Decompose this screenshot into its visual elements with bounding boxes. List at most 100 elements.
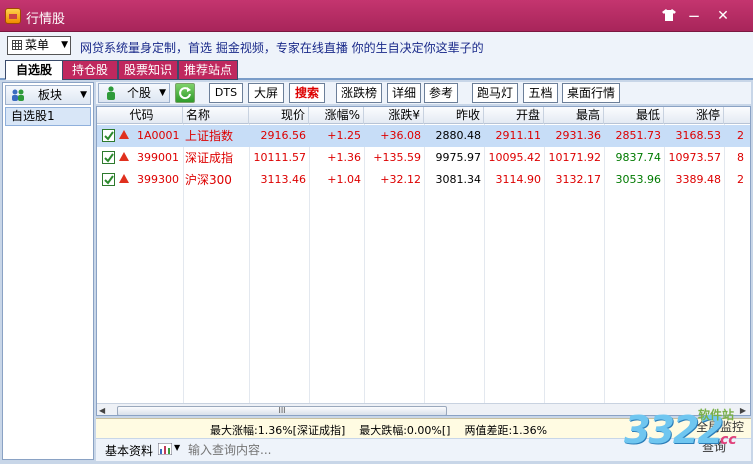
cell-prev-close: 2880.48	[435, 129, 482, 142]
ticker-button[interactable]: 跑马灯	[472, 83, 518, 103]
refresh-icon	[179, 87, 191, 100]
stock-type-dropdown[interactable]: 个股 ▼	[98, 83, 170, 103]
desktop-quotes-button[interactable]: 桌面行情	[562, 83, 620, 103]
menu-row: 菜单 ▼ 网贷系统量身定制，首选 掘金视频，专家在线直播 你的生自决定你这辈子的	[0, 32, 753, 58]
header-high[interactable]: 最高	[544, 107, 604, 124]
table-row[interactable]: 399001 深证成指 10111.57 +1.36 +135.59 9975.…	[97, 147, 750, 169]
big-screen-button[interactable]: 大屏	[248, 83, 284, 103]
cell-low: 2851.73	[615, 129, 662, 142]
main-tabs: 自选股 持仓股 股票知识 推荐站点	[0, 58, 753, 80]
rank-button[interactable]: 涨跌榜	[336, 83, 382, 103]
up-arrow-icon	[119, 130, 129, 139]
cell-code: 399300	[137, 173, 179, 186]
person-icon	[107, 86, 115, 100]
cell-change-pct: +1.04	[327, 173, 361, 186]
row-checkbox[interactable]	[102, 173, 115, 186]
minimize-button[interactable]: −	[683, 6, 705, 26]
query-input[interactable]	[188, 441, 568, 459]
cell-change: +135.59	[373, 151, 421, 164]
dts-button[interactable]: DTS	[209, 83, 243, 103]
cell-limit-up: 10973.57	[668, 151, 722, 164]
stock-type-label: 个股	[127, 86, 152, 100]
marquee-text[interactable]: 网贷系统量身定制，首选 掘金视频，专家在线直播 你的生自决定你这辈子的	[80, 39, 484, 56]
cell-price: 2916.56	[260, 129, 307, 142]
cell-high: 10171.92	[548, 151, 602, 164]
cell-high: 2931.36	[555, 129, 602, 142]
cell-extra: 2	[737, 173, 744, 186]
up-arrow-icon	[119, 174, 129, 183]
table-row[interactable]: 1A0001 上证指数 2916.56 +1.25 +36.08 2880.48…	[97, 125, 750, 147]
header-prev-close[interactable]: 昨收	[424, 107, 484, 124]
sidebar: 板块 ▼ 自选股1	[2, 82, 94, 460]
cell-change: +36.08	[380, 129, 421, 142]
cell-open: 2911.11	[495, 129, 542, 142]
cell-name: 深证成指	[185, 151, 234, 165]
header-change[interactable]: 涨跌¥	[364, 107, 424, 124]
status-text: 最大涨幅:1.36%[深证成指] 最大跌幅:0.00%[] 两值差距:1.36%	[210, 424, 548, 437]
menu-label: 菜单	[25, 38, 50, 52]
chevron-down-icon: ▼	[61, 40, 68, 50]
scrollbar-thumb[interactable]: III	[117, 406, 447, 415]
cell-change: +32.12	[380, 173, 421, 186]
cell-open: 10095.42	[488, 151, 542, 164]
horizontal-scrollbar[interactable]: ◀ III ▶	[97, 403, 750, 415]
cell-name: 上证指数	[185, 129, 234, 143]
row-checkbox[interactable]	[102, 129, 115, 142]
cell-prev-close: 3081.34	[435, 173, 482, 186]
search-button[interactable]: 搜索	[289, 83, 325, 103]
cell-extra: 8	[737, 151, 744, 164]
grid-icon	[12, 40, 22, 50]
reference-button[interactable]: 参考	[424, 83, 458, 103]
table-row[interactable]: 399300 沪深300 3113.46 +1.04 +32.12 3081.3…	[97, 169, 750, 191]
toolbar: 个股 ▼ DTS 大屏 搜索 涨跌榜 详细 参考 跑马灯 五档 桌面行情	[96, 82, 751, 104]
app-icon	[5, 8, 21, 24]
cell-limit-up: 3168.53	[675, 129, 722, 142]
row-checkbox[interactable]	[102, 151, 115, 164]
cell-low: 9837.74	[615, 151, 662, 164]
header-code[interactable]: 代码	[97, 107, 183, 124]
scroll-right-icon[interactable]: ▶	[740, 406, 746, 415]
header-low[interactable]: 最低	[604, 107, 664, 124]
tab-recommended-sites[interactable]: 推荐站点	[178, 60, 238, 80]
board-label: 板块	[38, 88, 63, 102]
sidebar-item-watchlist-1[interactable]: 自选股1	[5, 107, 91, 126]
scroll-left-icon[interactable]: ◀	[99, 406, 105, 415]
people-icon	[12, 89, 24, 101]
chart-icon[interactable]	[158, 443, 172, 455]
skin-icon[interactable]	[658, 6, 680, 26]
cell-code: 1A0001	[137, 129, 180, 142]
cell-low: 3053.96	[615, 173, 662, 186]
header-open[interactable]: 开盘	[484, 107, 544, 124]
up-arrow-icon	[119, 152, 129, 161]
header-change-pct[interactable]: 涨幅%	[309, 107, 364, 124]
menu-dropdown[interactable]: 菜单 ▼	[7, 36, 71, 55]
five-levels-button[interactable]: 五档	[523, 83, 558, 103]
header-limit-up[interactable]: 涨停	[664, 107, 724, 124]
cell-price: 10111.57	[253, 151, 307, 164]
status-bar: 最大涨幅:1.36%[深证成指] 最大跌幅:0.00%[] 两值差距:1.36%	[96, 418, 751, 438]
cell-code: 399001	[137, 151, 179, 164]
refresh-button[interactable]	[175, 83, 195, 103]
tab-watchlist[interactable]: 自选股	[5, 60, 63, 80]
basic-info-button[interactable]: 基本资料	[105, 442, 153, 459]
cell-change-pct: +1.36	[327, 151, 361, 164]
cell-extra: 2	[737, 129, 744, 142]
window-title: 行情股	[26, 12, 66, 27]
board-dropdown[interactable]: 板块 ▼	[5, 85, 91, 105]
cell-change-pct: +1.25	[327, 129, 361, 142]
close-button[interactable]: ✕	[712, 6, 734, 26]
cell-name: 沪深300	[185, 173, 232, 187]
bottom-bar: 基本资料 ▼	[96, 439, 751, 461]
table-header: 代码 名称 现价 涨幅% 涨跌¥ 昨收 开盘 最高 最低 涨停	[97, 107, 750, 124]
tab-stock-knowledge[interactable]: 股票知识	[118, 60, 178, 80]
chevron-down-icon[interactable]: ▼	[174, 443, 180, 452]
cell-prev-close: 9975.97	[435, 151, 482, 164]
cell-price: 3113.46	[260, 173, 307, 186]
header-price[interactable]: 现价	[249, 107, 309, 124]
title-bar: 行情股 − ✕	[0, 0, 753, 32]
tab-holdings[interactable]: 持仓股	[62, 60, 118, 80]
detail-button[interactable]: 详细	[387, 83, 421, 103]
chevron-down-icon: ▼	[80, 90, 87, 100]
header-name[interactable]: 名称	[183, 107, 249, 124]
cell-high: 3132.17	[555, 173, 602, 186]
